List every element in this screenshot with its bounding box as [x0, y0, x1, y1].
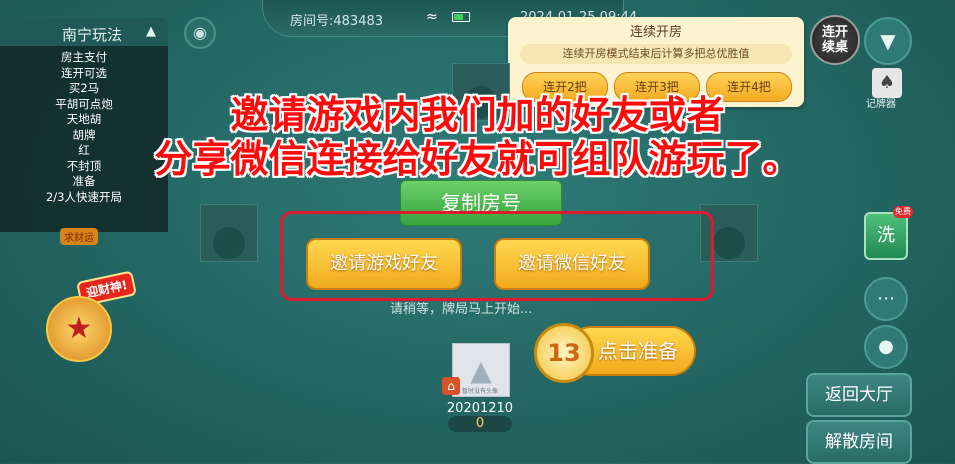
home-icon: ⌂ [442, 377, 460, 395]
player-name: 20201210 [446, 401, 514, 416]
waiting-status: 请稍等，牌局马上开始... [390, 302, 533, 317]
alarm-clock-icon: 13 [534, 323, 594, 383]
continue-room-title: 连续开房 [629, 25, 682, 40]
avatar-caption: 暂时没有头像 [462, 388, 499, 395]
overlay-caption-line2: 分享微信连接给好友就可组队游玩了。 [154, 137, 801, 181]
rule-item: 房主支付 [61, 50, 107, 64]
wealth-god-icon[interactable]: ★ [46, 296, 112, 362]
rules-title: 南宁玩法 [62, 26, 123, 44]
invite-game-friend-button[interactable]: 邀请游戏好友 [306, 238, 462, 290]
invite-wechat-friend-button[interactable]: 邀请微信好友 [494, 238, 650, 290]
microphone-icon[interactable]: ● [864, 325, 908, 369]
triangle-up-icon[interactable]: ▲ [146, 24, 156, 39]
wifi-icon: ≈ [426, 9, 438, 25]
rule-item: 连开可选 [61, 65, 107, 80]
dissolve-room-button[interactable]: 解散房间 [806, 420, 912, 464]
room-number: 房间号:483483 [290, 14, 384, 29]
continue-room-description: 连续开房模式结束后计算多把总优胜值 [520, 44, 792, 64]
shuffle-button[interactable]: 洗 [864, 212, 908, 260]
player-score: 0 [448, 416, 512, 432]
location-icon[interactable]: ◉ [184, 17, 216, 49]
person-icon: ● [210, 215, 248, 264]
battery-icon [452, 12, 470, 22]
chat-icon[interactable]: ⋯ [864, 277, 908, 321]
back-to-lobby-button[interactable]: 返回大厅 [806, 373, 912, 417]
continue-table-button[interactable]: 连开续桌 [810, 15, 860, 65]
empty-seat-left: ● [200, 204, 258, 262]
chevron-down-icon[interactable]: ▼ [864, 17, 912, 65]
free-badge: 免费 [893, 206, 913, 218]
wealth-small-tag[interactable]: 求财运 [60, 228, 98, 245]
rule-item: 2/3人快速开局 [45, 189, 122, 204]
